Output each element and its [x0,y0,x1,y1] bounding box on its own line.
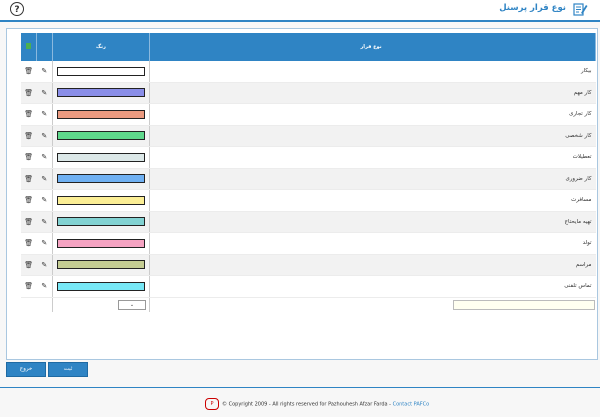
type-name: کار ضروری [149,168,596,190]
new-color-select[interactable]: ⌄ [118,299,146,310]
table-row[interactable]: 🗑 ✎ کار شخصی [21,125,596,147]
edit-document-icon [573,3,588,16]
color-swatch[interactable] [57,174,145,184]
header-flag-cell [21,33,37,61]
delete-icon[interactable]: 🗑 [24,67,33,75]
color-swatch[interactable] [57,281,145,291]
table-row[interactable]: 🗑 ✎ تعطیلات [21,146,596,169]
help-icon[interactable]: ? [10,2,24,16]
type-name: بیکار [149,61,596,83]
excel-icon[interactable] [26,43,31,49]
type-name: تماس تلفنی [149,275,596,298]
edit-icon[interactable]: ✎ [41,218,47,226]
delete-icon[interactable]: 🗑 [24,153,33,161]
table-row[interactable]: 🗑 ✎ کار ضروری [21,168,596,190]
edit-icon[interactable]: ✎ [41,153,47,161]
color-swatch[interactable] [57,238,145,248]
edit-icon[interactable]: ✎ [41,282,47,290]
color-swatch[interactable] [57,131,145,141]
table-row[interactable]: 🗑 ✎ تهیه مایحتاج [21,211,596,233]
color-swatch[interactable] [57,152,145,162]
edit-icon[interactable]: ✎ [41,261,47,269]
copyright-text: © Copyright 2009 - All rights reserved f… [222,401,391,408]
type-name: تولد [149,232,596,255]
delete-icon[interactable]: 🗑 [24,175,33,183]
type-name: مسافرت [149,189,596,212]
footer: P © Copyright 2009 - All rights reserved … [205,398,429,410]
delete-icon[interactable]: 🗑 [24,89,33,97]
color-swatch[interactable] [57,109,145,119]
edit-icon[interactable]: ✎ [41,67,47,75]
submit-button[interactable]: ثبت [48,362,88,377]
table-row[interactable]: 🗑 ✎ مراسم [21,254,596,276]
divider [0,387,600,388]
type-name: تهیه مایحتاج [149,211,596,233]
new-type-input[interactable] [452,299,595,310]
grid-panel: رنگ نوع قرار 🗑 ✎ بیکار 🗑 ✎ کار مهم 🗑 ✎ کار تجاری… [6,28,598,360]
edit-icon[interactable]: ✎ [41,239,47,247]
types-table: رنگ نوع قرار 🗑 ✎ بیکار 🗑 ✎ کار مهم 🗑 ✎ کار تجاری… [21,33,596,312]
contact-link[interactable]: Contact PAFCo [393,402,430,408]
edit-icon[interactable]: ✎ [41,196,47,204]
delete-icon[interactable]: 🗑 [24,132,33,140]
type-name: کار شخصی [149,125,596,147]
type-name: کار مهم [149,82,596,104]
color-swatch[interactable] [57,66,145,76]
delete-icon[interactable]: 🗑 [24,261,33,269]
table-row[interactable]: 🗑 ✎ کار مهم [21,82,596,104]
color-swatch[interactable] [57,195,145,205]
header-type: نوع قرار [149,33,596,61]
color-swatch[interactable] [57,260,145,270]
edit-icon[interactable]: ✎ [41,132,47,140]
page-title: نوع قرار پرسنل [499,3,566,13]
edit-icon[interactable]: ✎ [41,110,47,118]
color-swatch[interactable] [57,217,145,227]
table-row[interactable]: 🗑 ✎ تولد [21,232,596,255]
table-row[interactable]: 🗑 ✎ کار تجاری [21,103,596,126]
top-bar: ? نوع قرار پرسنل [0,0,600,22]
pafco-logo-icon: P [205,398,219,410]
table-row[interactable]: 🗑 ✎ تماس تلفنی [21,275,596,298]
delete-icon[interactable]: 🗑 [24,196,33,204]
type-name: مراسم [149,254,596,276]
delete-icon[interactable]: 🗑 [24,282,33,290]
color-swatch[interactable] [57,88,145,98]
delete-icon[interactable]: 🗑 [24,218,33,226]
type-name: تعطیلات [149,146,596,169]
table-row[interactable]: 🗑 ✎ بیکار [21,61,596,83]
new-entry-row: ⌄ [21,297,596,312]
edit-icon[interactable]: ✎ [41,89,47,97]
type-name: کار تجاری [149,103,596,126]
delete-icon[interactable]: 🗑 [24,239,33,247]
delete-icon[interactable]: 🗑 [24,110,33,118]
header-color: رنگ [52,33,150,61]
edit-icon[interactable]: ✎ [41,175,47,183]
table-row[interactable]: 🗑 ✎ مسافرت [21,189,596,212]
exit-button[interactable]: خروج [6,362,46,377]
